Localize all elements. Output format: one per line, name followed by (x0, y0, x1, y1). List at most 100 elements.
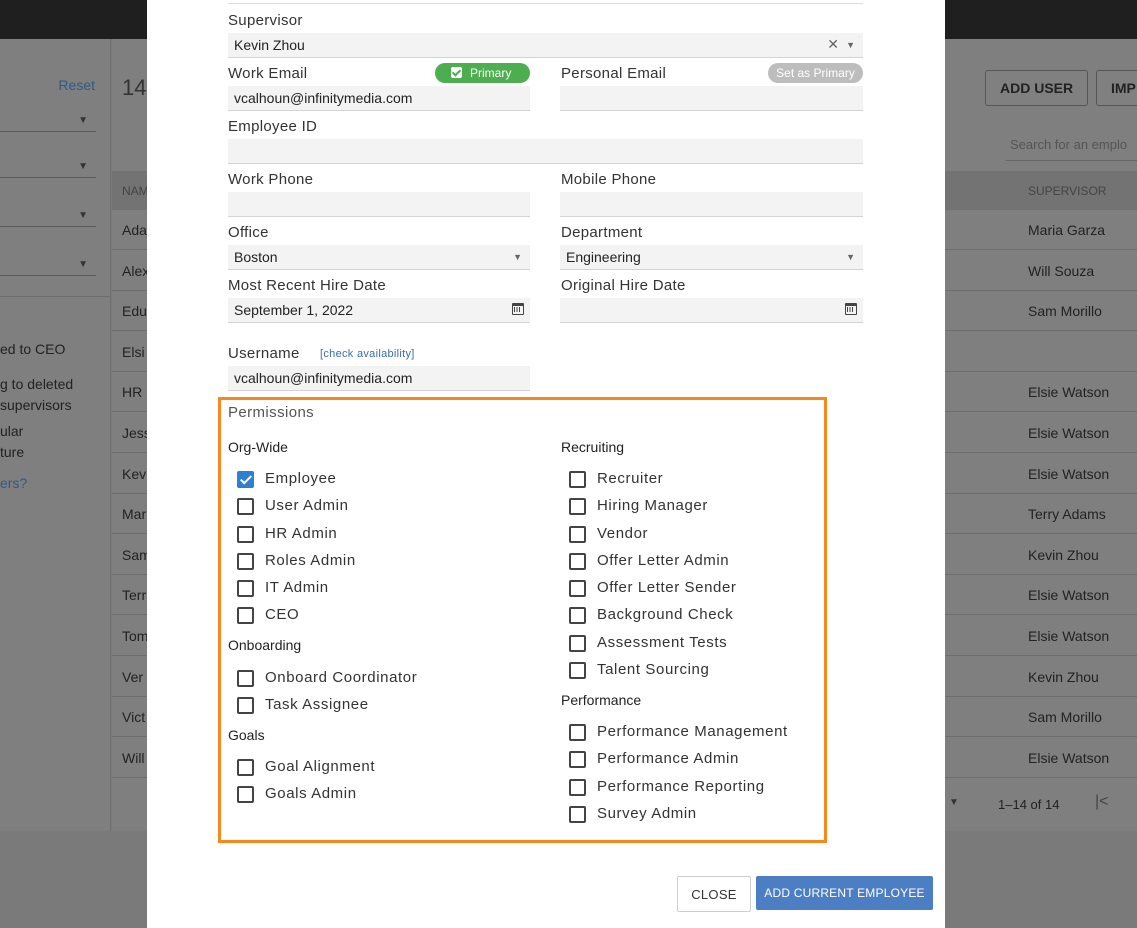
permission-checkbox[interactable] (569, 662, 586, 679)
permission-checkbox[interactable] (569, 553, 586, 570)
filter-dropdown[interactable] (0, 177, 96, 178)
filter-sidebar: Reset ▼ ▼ ▼ ▼ ed to CEO g to deleted sup… (0, 39, 111, 831)
employee-name-cell: Terr (122, 587, 147, 604)
employee-name-cell: Edu (122, 303, 147, 320)
permission-label: Employee (265, 470, 337, 487)
column-header-name[interactable]: NAM (122, 184, 149, 198)
permission-checkbox[interactable] (569, 779, 586, 796)
office-value: Boston (234, 249, 278, 265)
set-as-primary-button[interactable]: Set as Primary (768, 63, 863, 83)
permission-checkbox[interactable] (569, 526, 586, 543)
employee-name-cell: Ada (122, 222, 147, 238)
permission-checkbox[interactable] (237, 786, 254, 803)
supervisor-value: Kevin Zhou (234, 37, 305, 53)
calendar-icon[interactable] (512, 303, 524, 315)
permission-label: Roles Admin (265, 552, 356, 569)
chevron-down-icon[interactable]: ▼ (949, 797, 959, 808)
search-input[interactable]: Search for an emplo (1005, 129, 1137, 161)
chevron-down-icon: ▼ (78, 115, 88, 126)
supervisor-cell: Elsie Watson (1028, 384, 1110, 401)
column-header-supervisor[interactable]: SUPERVISOR (1028, 184, 1106, 198)
permission-checkbox[interactable] (569, 471, 586, 488)
permission-checkbox[interactable] (569, 635, 586, 652)
permission-checkbox[interactable] (569, 580, 586, 597)
permission-checkbox[interactable] (237, 670, 254, 687)
first-page-icon[interactable]: |< (1095, 793, 1109, 811)
group-org-wide: Org-Wide (228, 439, 288, 455)
check-availability-link[interactable]: [check availability] (320, 348, 415, 360)
permissions-highlight-box (218, 397, 827, 843)
permission-label: CEO (265, 606, 300, 623)
filter-dropdown[interactable] (0, 275, 96, 276)
sidebar-text: g to deleted (0, 376, 74, 392)
department-select[interactable]: Engineering ▼ (560, 245, 863, 270)
mobile-phone-label: Mobile Phone (561, 171, 657, 188)
supervisor-cell: Sam Morillo (1028, 709, 1102, 726)
reset-filters-link[interactable]: Reset (58, 77, 95, 93)
work-phone-field[interactable] (228, 192, 530, 217)
employee-name-cell: Alex (122, 262, 150, 279)
check-icon (451, 67, 462, 78)
employee-id-label: Employee ID (228, 118, 318, 135)
supervisor-select[interactable]: Kevin Zhou ✕ ▼ (228, 33, 863, 58)
employee-name-cell: HR (122, 384, 143, 401)
primary-badge: Primary (435, 63, 530, 83)
filter-dropdown[interactable] (0, 131, 96, 132)
close-button[interactable]: CLOSE (677, 876, 751, 912)
permission-checkbox[interactable] (237, 607, 254, 624)
clear-icon[interactable]: ✕ (827, 36, 839, 53)
permission-checkbox[interactable] (569, 724, 586, 741)
permission-label: Talent Sourcing (597, 661, 710, 678)
original-hire-date-field[interactable] (560, 298, 863, 323)
group-performance: Performance (561, 692, 642, 708)
permission-label: Recruiter (597, 470, 664, 487)
group-onboarding: Onboarding (228, 637, 302, 653)
sidebar-text: ular (0, 423, 24, 439)
sidebar-text: ed to CEO (0, 341, 66, 357)
supervisor-cell: Elsie Watson (1028, 587, 1110, 604)
employee-name-cell: Elsi (122, 343, 145, 360)
permission-checkbox[interactable] (237, 526, 254, 543)
permission-checkbox[interactable] (569, 806, 586, 823)
mobile-phone-field[interactable] (560, 192, 863, 217)
permission-checkbox[interactable] (569, 751, 586, 768)
permission-checkbox[interactable] (237, 553, 254, 570)
permission-checkbox[interactable] (237, 580, 254, 597)
office-select[interactable]: Boston ▼ (228, 245, 530, 270)
employee-name-cell: Kev (122, 465, 147, 482)
recent-hire-date-label: Most Recent Hire Date (228, 277, 387, 294)
permission-label: Offer Letter Admin (597, 552, 730, 569)
employee-name-cell: Mar (122, 506, 147, 523)
sidebar-link[interactable]: ers? (0, 475, 27, 491)
import-button[interactable]: IMP (1096, 70, 1137, 106)
supervisor-cell: Sam Morillo (1028, 303, 1102, 320)
permission-checkbox[interactable] (237, 471, 254, 488)
department-label: Department (561, 224, 643, 241)
add-user-button[interactable]: ADD USER (985, 70, 1089, 106)
permission-checkbox[interactable] (569, 498, 586, 515)
permission-label: Survey Admin (597, 805, 697, 822)
filter-dropdown[interactable] (0, 226, 96, 227)
recent-hire-date-field[interactable]: September 1, 2022 (228, 298, 530, 323)
chevron-down-icon: ▼ (78, 210, 88, 221)
personal-email-field[interactable] (560, 86, 863, 111)
permission-label: Offer Letter Sender (597, 579, 737, 596)
permission-label: Performance Admin (597, 750, 739, 767)
work-phone-label: Work Phone (228, 171, 314, 188)
permission-label: Onboard Coordinator (265, 669, 418, 686)
permission-checkbox[interactable] (237, 498, 254, 515)
work-email-label: Work Email (228, 65, 308, 82)
work-email-field[interactable]: vcalhoun@infinitymedia.com (228, 86, 530, 111)
supervisor-cell: Elsie Watson (1028, 628, 1110, 644)
permission-checkbox[interactable] (569, 607, 586, 624)
chevron-down-icon: ▼ (513, 252, 522, 262)
employee-id-field[interactable] (228, 139, 863, 164)
recent-hire-date-value: September 1, 2022 (234, 302, 354, 318)
calendar-icon[interactable] (845, 303, 857, 315)
permission-checkbox[interactable] (237, 697, 254, 714)
permission-checkbox[interactable] (237, 759, 254, 776)
add-current-employee-button[interactable]: ADD CURRENT EMPLOYEE (756, 876, 933, 910)
chevron-down-icon: ▼ (78, 259, 88, 270)
username-field[interactable]: vcalhoun@infinitymedia.com (228, 366, 530, 391)
permission-label: Task Assignee (265, 696, 369, 713)
